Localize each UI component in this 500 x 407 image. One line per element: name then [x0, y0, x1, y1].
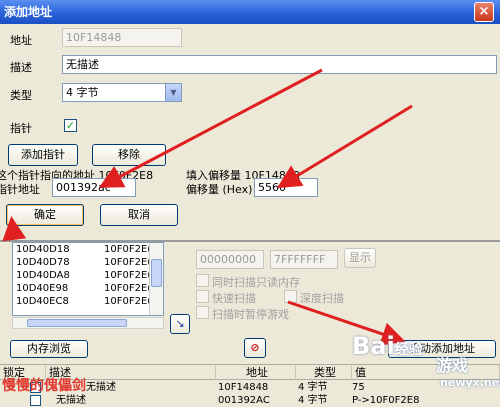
- list-item[interactable]: 10D40DA8 10F0F2E(: [13, 269, 163, 282]
- close-icon: ×: [478, 4, 490, 19]
- type-select[interactable]: 4 字节 ▼: [62, 83, 182, 102]
- deep-scan-label: 深度扫描: [300, 292, 344, 305]
- red-watermark-text: 慢慢的傀儡剑: [2, 378, 86, 394]
- fast-scan-label: 快速扫描: [212, 292, 256, 305]
- row-type: 4 字节: [298, 382, 328, 393]
- lock-checkbox[interactable]: [30, 395, 41, 406]
- checkmark-icon: ✓: [65, 119, 76, 132]
- column-type[interactable]: 类型: [296, 365, 352, 380]
- scroll-thumb[interactable]: [151, 259, 162, 287]
- row-value: 75: [352, 382, 365, 393]
- window-title: 添加地址: [4, 5, 53, 19]
- readonly-checkbox[interactable]: [196, 274, 209, 287]
- row-description: 无描述: [86, 382, 116, 393]
- pointer-address-input[interactable]: 001392ac: [52, 178, 136, 197]
- type-select-value: 4 字节: [66, 86, 99, 99]
- add-pointer-button[interactable]: 添加指针: [8, 144, 78, 166]
- row-address: 001392AC: [218, 395, 270, 406]
- readonly-label: 同时扫描只读内存: [212, 276, 300, 289]
- list-item[interactable]: 10D40D78 10F0F2E(: [13, 256, 163, 269]
- no-entry-icon[interactable]: ⊘: [244, 338, 266, 358]
- pointer-checkbox[interactable]: ✓: [64, 119, 77, 132]
- list-horizontal-scrollbar[interactable]: [12, 317, 164, 329]
- address-input[interactable]: 10F14848: [62, 28, 182, 47]
- site-watermark: 游戏: [436, 356, 469, 375]
- range-from-input[interactable]: 00000000: [196, 250, 264, 269]
- description-label: 描述: [10, 61, 32, 74]
- scroll-thumb[interactable]: [27, 319, 127, 327]
- memory-view-button[interactable]: 内存浏览: [10, 340, 88, 358]
- list-item[interactable]: 10D40EC8 10F0F2E(: [13, 295, 163, 308]
- range-to-input[interactable]: 7FFFFFFF: [270, 250, 338, 269]
- remove-button[interactable]: 移除: [92, 144, 166, 166]
- list-item[interactable]: 10D40D18 10F0F2E(: [13, 243, 163, 256]
- ok-button[interactable]: 确定: [6, 204, 84, 226]
- list-item[interactable]: 10D40E98 10F0F2E(: [13, 282, 163, 295]
- pause-game-checkbox[interactable]: [196, 306, 209, 319]
- list-vertical-scrollbar[interactable]: [149, 243, 163, 315]
- pause-game-label: 扫描时暂停游戏: [212, 308, 289, 321]
- baidu-watermark: Bai经验: [352, 332, 423, 360]
- row-description: 无描述: [56, 395, 86, 406]
- row-value: P->10F0F2E8: [352, 395, 420, 406]
- type-label: 类型: [10, 89, 32, 102]
- deep-scan-checkbox[interactable]: [284, 290, 297, 303]
- address-label: 地址: [10, 34, 32, 47]
- show-button[interactable]: 显示: [344, 248, 376, 268]
- row-type: 4 字节: [298, 395, 328, 406]
- offset-input[interactable]: 5560: [254, 178, 318, 197]
- pointer-address-label: 指针地址: [0, 183, 40, 196]
- add-address-dialog: 地址 10F14848 描述 无描述 类型 4 字节 ▼ 指针 ✓ 添加指针 移…: [0, 24, 500, 240]
- scan-results-list[interactable]: 10D40D18 10F0F2E( 10D40D78 10F0F2E( 10D40D…: [12, 242, 164, 316]
- fast-scan-checkbox[interactable]: [196, 290, 209, 303]
- row-address: 10F14848: [218, 382, 269, 393]
- site-url-watermark: newyx.net: [440, 376, 500, 389]
- chevron-down-icon[interactable]: ▼: [165, 84, 181, 101]
- pointer-scan-icon[interactable]: ↘: [170, 314, 190, 334]
- close-button[interactable]: ×: [474, 2, 494, 22]
- column-address[interactable]: 地址: [216, 365, 296, 380]
- pointer-label: 指针: [10, 122, 32, 135]
- offset-label: 偏移量 (Hex): [186, 183, 253, 196]
- cancel-button[interactable]: 取消: [100, 204, 178, 226]
- description-input[interactable]: 无描述: [62, 55, 497, 74]
- window-title-bar: 添加地址 ×: [0, 0, 500, 24]
